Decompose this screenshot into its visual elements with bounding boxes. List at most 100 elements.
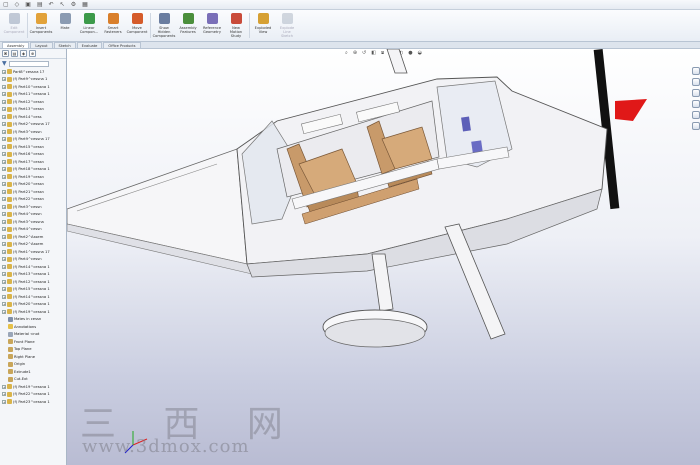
expand-icon[interactable]: +: [2, 227, 6, 232]
tree-item[interactable]: + (f) Part14^cess: [2, 113, 66, 121]
ribbon-button-4[interactable]: Smart Fasteners: [101, 10, 125, 41]
tree-item[interactable]: Material <not: [2, 331, 66, 339]
expand-icon[interactable]: +: [2, 122, 6, 127]
ribbon-button-0[interactable]: Edit Component: [2, 10, 26, 41]
new-doc-icon[interactable]: ▢: [3, 1, 9, 8]
expand-icon[interactable]: +: [2, 167, 6, 172]
expand-icon[interactable]: +: [2, 242, 6, 247]
tree-item[interactable]: + (f) Part4^cessn: [2, 211, 66, 219]
tree-item[interactable]: + (f) Part12^cessna 1: [2, 278, 66, 286]
expand-icon[interactable]: +: [2, 257, 6, 262]
expand-icon[interactable]: +: [2, 309, 6, 314]
expand-icon[interactable]: +: [2, 84, 6, 89]
expand-icon[interactable]: +: [2, 77, 6, 82]
options-icon[interactable]: ▦: [82, 1, 88, 8]
tab-assembly[interactable]: Assembly: [2, 42, 30, 48]
tree-item[interactable]: + (f) Part4^cessn: [2, 256, 66, 264]
tab-office-products[interactable]: Office Products: [103, 42, 141, 48]
expand-icon[interactable]: +: [2, 302, 6, 307]
rebuild-icon[interactable]: ⚙: [71, 1, 76, 8]
property-manager-tab-icon[interactable]: ▤: [11, 50, 18, 57]
ribbon-button-8[interactable]: Reference Geometry: [200, 10, 224, 41]
expand-icon[interactable]: +: [2, 174, 6, 179]
expand-icon[interactable]: +: [2, 152, 6, 157]
tree-item[interactable]: + (f) Part1^cessna 17: [2, 248, 66, 256]
expand-icon[interactable]: +: [2, 182, 6, 187]
expand-icon[interactable]: +: [2, 294, 6, 299]
expand-icon[interactable]: +: [2, 279, 6, 284]
expand-icon[interactable]: +: [2, 92, 6, 97]
tree-item[interactable]: + (f) Part18^cessna 1: [2, 166, 66, 174]
ribbon-button-1[interactable]: Insert Components: [29, 10, 53, 41]
tree-item[interactable]: + (f) Part20^cessna 1: [2, 301, 66, 309]
expand-icon[interactable]: +: [2, 107, 6, 112]
tree-item[interactable]: + (f) Part16^cessn: [2, 151, 66, 159]
tree-filter-input[interactable]: [8, 60, 49, 67]
tree-item[interactable]: Front Plane: [2, 338, 66, 346]
ribbon-button-5[interactable]: Move Component: [125, 10, 149, 41]
tree-item[interactable]: Extrude1: [2, 368, 66, 376]
ribbon-button-10[interactable]: Exploded View: [251, 10, 275, 41]
open-icon[interactable]: ◇: [15, 1, 20, 8]
tree-item[interactable]: + (f) Part11^cessna 1: [2, 91, 66, 99]
expand-icon[interactable]: +: [2, 99, 6, 104]
expand-icon[interactable]: +: [2, 234, 6, 239]
tree-item[interactable]: + (f) Part20^cessn: [2, 181, 66, 189]
tree-item[interactable]: + (f) Part19^cessna 1: [2, 383, 66, 391]
tree-item[interactable]: + (f) Part9^cessna 17: [2, 136, 66, 144]
expand-icon[interactable]: +: [2, 287, 6, 292]
tree-item[interactable]: + (f) Part22^cessn: [2, 196, 66, 204]
tree-item[interactable]: + (f) Part3^cessn: [2, 203, 66, 211]
tree-item[interactable]: + (f) Part14^cessna 1: [2, 263, 66, 271]
tree-item[interactable]: + Part8^cessna 17: [2, 68, 66, 76]
tree-item[interactable]: + (f) Part21^cessn: [2, 188, 66, 196]
expand-icon[interactable]: +: [2, 249, 6, 254]
expand-icon[interactable]: +: [2, 197, 6, 202]
tree-item[interactable]: + (f) Part2^Assem: [2, 241, 66, 249]
tree-item[interactable]: Cut-Ext: [2, 376, 66, 384]
tree-item[interactable]: + (f) Part19^cessn: [2, 173, 66, 181]
tree-item[interactable]: Annotations: [2, 323, 66, 331]
expand-icon[interactable]: +: [2, 272, 6, 277]
tree-item[interactable]: + (f) Part22^cessna 1: [2, 391, 66, 399]
tree-item[interactable]: + (f) Part3^cessna: [2, 218, 66, 226]
tree-item[interactable]: + (f) Part9^cessna 1: [2, 76, 66, 84]
tree-item[interactable]: Mates in cessn: [2, 316, 66, 324]
tree-item[interactable]: + (f) Part19^cessna 1: [2, 308, 66, 316]
expand-icon[interactable]: +: [2, 204, 6, 209]
expand-icon[interactable]: +: [2, 264, 6, 269]
expand-icon[interactable]: +: [2, 137, 6, 142]
expand-icon[interactable]: +: [2, 69, 6, 74]
ribbon-button-9[interactable]: New Motion Study: [224, 10, 248, 41]
expand-icon[interactable]: +: [2, 399, 6, 404]
tree-item[interactable]: + (f) Part4^cessn: [2, 226, 66, 234]
tab-layout[interactable]: Layout: [30, 42, 53, 48]
tab-evaluate[interactable]: Evaluate: [76, 42, 103, 48]
tree-item[interactable]: Origin: [2, 361, 66, 369]
expand-icon[interactable]: +: [2, 144, 6, 149]
ribbon-button-11[interactable]: Explode Line Sketch: [275, 10, 299, 41]
tab-sketch[interactable]: Sketch: [53, 42, 76, 48]
tree-item[interactable]: + (f) Part2^Assem: [2, 233, 66, 241]
tree-item[interactable]: + (f) Part14^cessna 1: [2, 293, 66, 301]
print-icon[interactable]: ▤: [37, 1, 43, 8]
expand-icon[interactable]: +: [2, 392, 6, 397]
tree-item[interactable]: Right Plane: [2, 353, 66, 361]
expand-icon[interactable]: +: [2, 159, 6, 164]
expand-icon[interactable]: +: [2, 384, 6, 389]
dim-xpert-tab-icon[interactable]: ⊕: [29, 50, 36, 57]
tree-item[interactable]: + (f) Part23^cessna 1: [2, 398, 66, 406]
expand-icon[interactable]: +: [2, 189, 6, 194]
ribbon-button-3[interactable]: Linear Compon...: [77, 10, 101, 41]
tree-item[interactable]: + (f) Part13^cessna 1: [2, 271, 66, 279]
tree-item[interactable]: + (f) Part17^cessn: [2, 158, 66, 166]
ribbon-button-7[interactable]: Assembly Features: [176, 10, 200, 41]
save-icon[interactable]: ▣: [25, 1, 31, 8]
tree-item[interactable]: + (f) Part15^cessna 1: [2, 286, 66, 294]
tree-item[interactable]: + (f) Part2^cessna 17: [2, 121, 66, 129]
tree-item[interactable]: Top Plane: [2, 346, 66, 354]
config-manager-tab-icon[interactable]: ◈: [20, 50, 27, 57]
expand-icon[interactable]: +: [2, 219, 6, 224]
expand-icon[interactable]: +: [2, 129, 6, 134]
select-icon[interactable]: ↖: [60, 1, 65, 8]
